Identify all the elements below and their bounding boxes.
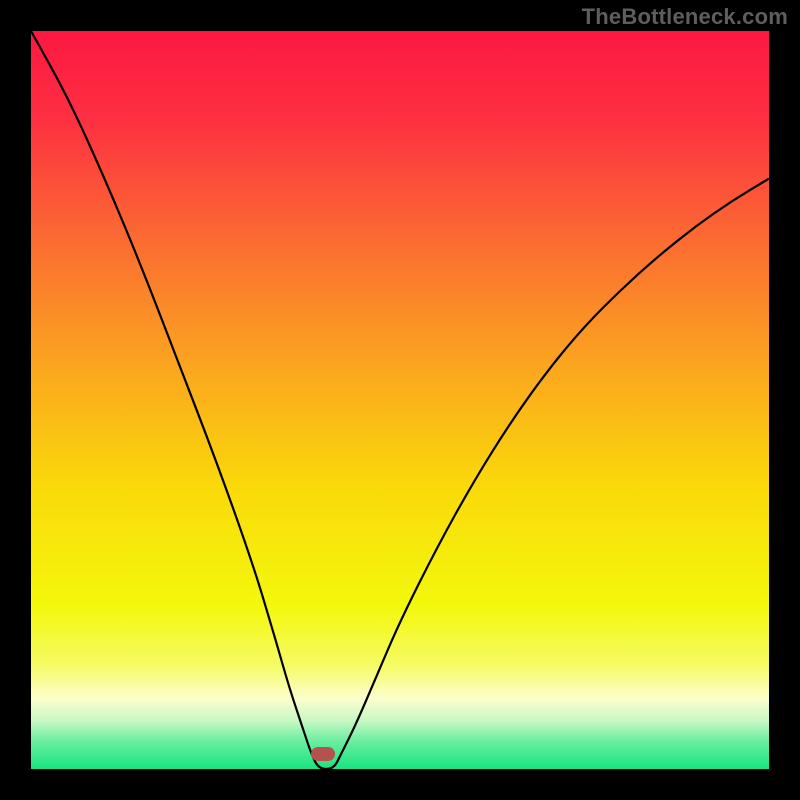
v-curve [31,31,769,769]
watermark-text: TheBottleneck.com [582,4,788,30]
chart-frame: TheBottleneck.com [0,0,800,800]
notch-marker [311,747,335,761]
plot-area [31,31,769,769]
